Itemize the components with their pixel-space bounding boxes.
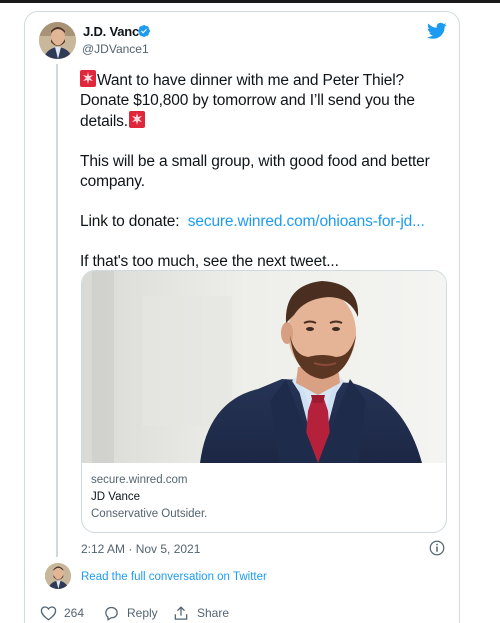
author-avatar[interactable] xyxy=(39,22,76,59)
author-handle[interactable]: @JDVance1 xyxy=(82,42,149,56)
share-button[interactable]: Share xyxy=(172,603,229,623)
tweet-paragraph-4: If that's too much, see the next tweet..… xyxy=(80,253,339,270)
thread-line xyxy=(56,64,58,557)
donate-label: Link to donate: xyxy=(80,213,180,230)
card-domain: secure.winred.com xyxy=(91,474,188,486)
link-preview-image[interactable] xyxy=(82,271,446,463)
card-description: Conservative Outsider. xyxy=(91,508,208,520)
link-preview-meta: secure.winred.com JD Vance Conservative … xyxy=(91,472,207,523)
reply-button[interactable]: Reply xyxy=(103,603,158,623)
tweet-paragraph-2: This will be a small group, with good fo… xyxy=(80,153,430,190)
like-button[interactable]: 264 xyxy=(40,603,84,623)
siren-emoji-icon xyxy=(128,111,145,128)
share-icon xyxy=(174,605,188,620)
siren-emoji-icon xyxy=(80,70,96,87)
tweet-text: Want to have dinner with me and Peter Th… xyxy=(80,70,452,272)
tweet-paragraph-1: Want to have dinner with me and Peter Th… xyxy=(80,70,452,132)
reply-icon xyxy=(105,606,118,621)
twitter-logo-icon[interactable] xyxy=(427,22,447,40)
info-icon[interactable] xyxy=(428,539,446,557)
link-preview-card[interactable]: secure.winred.com JD Vance Conservative … xyxy=(81,270,447,533)
top-divider xyxy=(0,0,500,3)
verified-badge-icon xyxy=(138,25,150,37)
tweet-paragraph-3: Link to donate: secure.winred.com/ohioan… xyxy=(80,212,452,232)
reply-label: Reply xyxy=(127,606,158,620)
heart-icon xyxy=(40,606,57,621)
donate-link[interactable]: secure.winred.com/ohioans-for-jd... xyxy=(188,213,425,230)
share-label: Share xyxy=(197,606,230,620)
read-full-conversation-link[interactable]: Read the full conversation on Twitter xyxy=(81,571,267,583)
tweet-embed-page: J.D. Vance @JDVance1 Want to have dinner… xyxy=(0,0,500,623)
tweet-timestamp[interactable]: 2:12 AM · Nov 5, 2021 xyxy=(81,542,200,556)
card-title: JD Vance xyxy=(91,491,141,503)
author-avatar-small[interactable] xyxy=(45,563,71,589)
like-count: 264 xyxy=(64,606,85,620)
